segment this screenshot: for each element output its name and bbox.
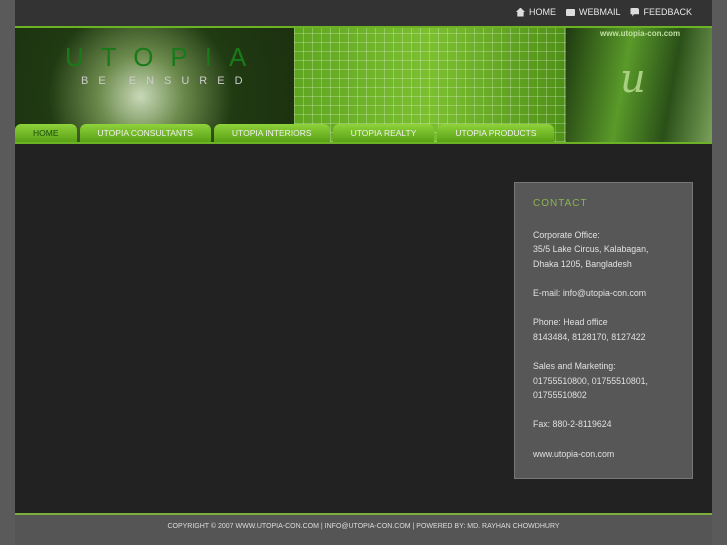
nav-tab-consultants[interactable]: UTOPIA CONSULTANTS [79, 124, 211, 142]
address-line: 35/5 Lake Circus, Kalabagan, [533, 244, 649, 255]
top-link-label: WEBMAIL [578, 7, 621, 17]
phone-label: Phone: Head office [533, 317, 608, 328]
contact-fax: Fax: 880-2-8119624 [533, 419, 612, 430]
top-bar: HOME WEBMAIL FEEDBACK [15, 0, 712, 26]
contact-email: E-mail: info@utopia-con.com [533, 287, 647, 298]
sales-numbers: 01755510800, 01755510801, [533, 375, 648, 386]
nav-tab-home[interactable]: HOME [15, 124, 77, 142]
nav-tab-realty[interactable]: UTOPIA REALTY [332, 124, 435, 142]
top-link-label: HOME [528, 7, 556, 17]
office-label: Corporate Office: [533, 229, 600, 240]
nav-tab-products[interactable]: UTOPIA PRODUCTS [437, 124, 555, 142]
top-link-webmail[interactable]: WEBMAIL [565, 7, 621, 17]
banner-url: www.utopia-con.com [600, 29, 681, 38]
top-link-feedback[interactable]: FEEDBACK [630, 7, 692, 17]
footer: COPYRIGHT © 2007 WWW.UTOPIA-CON.COM | IN… [15, 513, 712, 545]
phone-numbers: 8143484, 8128170, 8127422 [533, 331, 646, 342]
contact-box: CONTACT Corporate Office: 35/5 Lake Circu… [514, 182, 693, 479]
address-line: Dhaka 1205, Bangladesh [533, 258, 632, 269]
contact-title: CONTACT [533, 198, 588, 209]
mail-icon [565, 8, 575, 16]
main-nav: HOME UTOPIA CONSULTANTS UTOPIA INTERIORS… [15, 124, 555, 142]
tagline: BE ENSURED [81, 75, 253, 87]
home-icon [515, 7, 525, 17]
nav-tab-interiors[interactable]: UTOPIA INTERIORS [213, 124, 330, 142]
top-link-home[interactable]: HOME [515, 7, 556, 17]
page-container: HOME WEBMAIL FEEDBACK UTOPIA BE ENSURED … [15, 0, 712, 545]
sales-label: Sales and Marketing: [533, 360, 616, 371]
top-link-label: FEEDBACK [643, 7, 692, 17]
logo: UTOPIA [65, 42, 264, 72]
sales-numbers: 01755510802 [533, 390, 587, 401]
contact-website: www.utopia-con.com [533, 448, 615, 459]
logo-mark: u [620, 56, 646, 102]
feedback-icon [630, 7, 640, 17]
header-banner: UTOPIA BE ENSURED www.utopia-con.com u H… [15, 26, 712, 144]
